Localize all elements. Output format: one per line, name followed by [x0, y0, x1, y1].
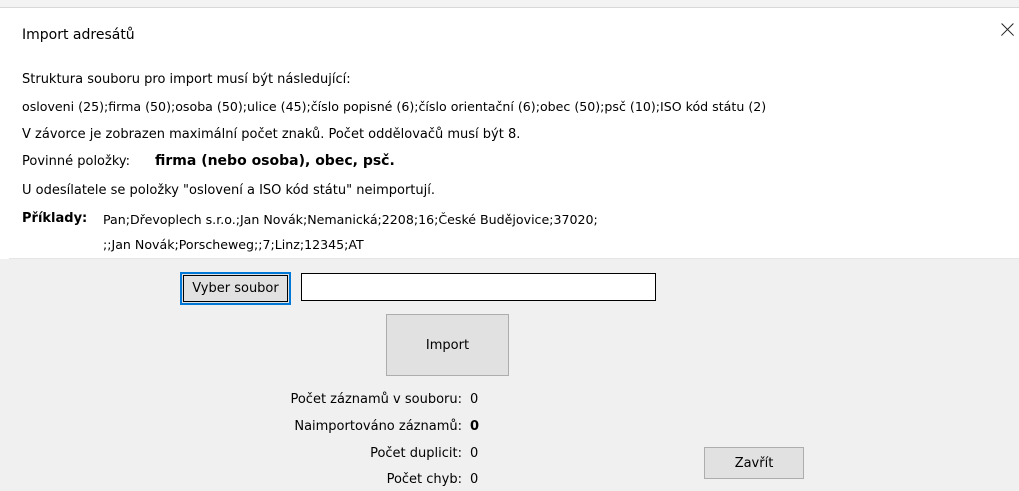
records-label: Počet záznamů v souboru: [290, 392, 462, 407]
duplicates-value: 0 [470, 446, 479, 461]
select-file-label: Vyber soubor [183, 275, 288, 302]
import-button[interactable]: Import [386, 314, 509, 376]
example-line-2: ;;Jan Novák;Porscheweg;;7;Linz;12345;AT [103, 237, 364, 252]
close-icon[interactable] [996, 18, 1019, 42]
separator-note: V závorce je zobrazen maximální počet zn… [22, 127, 521, 142]
records-value: 0 [470, 392, 479, 407]
close-button[interactable]: Zavřít [704, 447, 804, 479]
imported-label: Naimportováno záznamů: [294, 419, 462, 434]
mandatory-label: Povinné položky: [22, 154, 131, 169]
top-strip [0, 0, 1019, 8]
examples-label: Příklady: [22, 211, 88, 226]
example-line-1: Pan;Dřevoplech s.r.o.;Jan Novák;Nemanick… [103, 212, 598, 227]
structure-heading: Struktura souboru pro import musí být ná… [22, 72, 351, 87]
duplicates-label: Počet duplicit: [370, 446, 462, 461]
errors-value: 0 [470, 472, 479, 487]
file-path-input[interactable] [301, 273, 656, 301]
select-file-button[interactable]: Vyber soubor [180, 272, 291, 305]
errors-label: Počet chyb: [386, 472, 462, 487]
title-bar [0, 8, 1019, 54]
sender-note: U odesílatele se položky "oslovení a ISO… [22, 183, 435, 198]
mandatory-value: firma (nebo osoba), obec, psč. [155, 153, 395, 169]
imported-value: 0 [470, 419, 480, 434]
window-title: Import adresátů [22, 27, 135, 43]
structure-fields: osloveni (25);firma (50);osoba (50);ulic… [22, 99, 767, 114]
